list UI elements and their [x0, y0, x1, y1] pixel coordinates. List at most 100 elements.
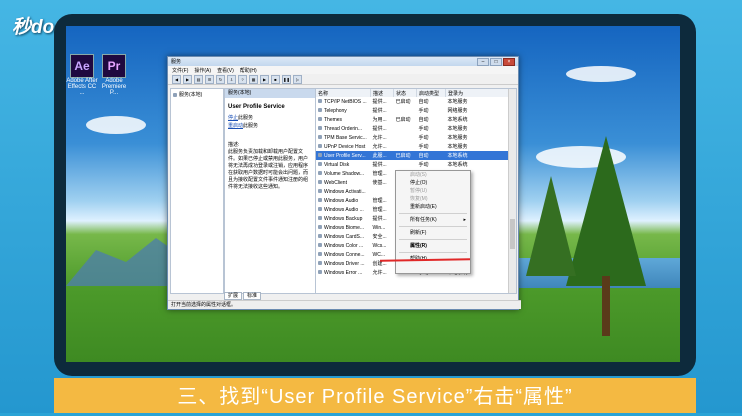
- restart-service-icon[interactable]: ▷: [293, 74, 302, 84]
- col-startup[interactable]: 启动类型: [416, 89, 446, 97]
- help-icon[interactable]: ?: [238, 74, 247, 84]
- cell-name: User Profile Serv...: [316, 151, 371, 160]
- cell-name: Windows Conne...: [316, 250, 371, 259]
- back-icon[interactable]: ◀: [172, 74, 181, 84]
- menu-view[interactable]: 查看(V): [217, 67, 234, 74]
- close-button[interactable]: ×: [503, 57, 515, 66]
- detail-pane: 服务(本地) User Profile Service 停止此服务 重启动此服务…: [224, 88, 316, 294]
- stop-link[interactable]: 停止: [228, 115, 238, 121]
- instruction-caption: 三、找到“User Profile Service”右击“属性”: [54, 378, 696, 413]
- service-gear-icon: [318, 180, 322, 185]
- maximize-button[interactable]: □: [490, 57, 502, 66]
- list-icon[interactable]: ☰: [205, 74, 214, 84]
- service-gear-icon: [318, 171, 322, 176]
- service-gear-icon: [318, 153, 322, 158]
- cell-desc: WC...: [372, 251, 386, 258]
- forward-icon[interactable]: ▶: [183, 74, 192, 84]
- start-service-icon[interactable]: ▶: [260, 74, 269, 84]
- table-row[interactable]: User Profile Serv... 此服... 已启动 自动 本地系统: [316, 151, 516, 160]
- cell-startup: 手动: [418, 126, 429, 132]
- minimize-button[interactable]: –: [477, 57, 489, 66]
- export-icon[interactable]: ⇩: [227, 74, 236, 84]
- cell-status: 已启动: [395, 99, 411, 105]
- premiere-desktop-icon[interactable]: Pr Adobe Premiere P...: [98, 54, 130, 96]
- service-gear-icon: [318, 243, 322, 248]
- cell-logon: 本地系统: [447, 162, 468, 168]
- menu-action[interactable]: 操作(A): [194, 67, 211, 74]
- menu-item-all-tasks[interactable]: 所有任务(K) ▸: [396, 216, 470, 224]
- cell-desc: 此服...: [370, 151, 394, 160]
- cell-desc: 提供...: [372, 108, 387, 114]
- service-gear-icon: [318, 144, 322, 149]
- desktop-icon-label: Adobe After Effects CC ...: [66, 78, 98, 96]
- tab-standard[interactable]: 标准: [243, 292, 262, 300]
- restart-link[interactable]: 重启动: [228, 123, 243, 129]
- pause-service-icon[interactable]: ❚❚: [282, 74, 291, 84]
- menu-item-refresh[interactable]: 刷新(F): [396, 229, 470, 237]
- menu-item-start[interactable]: 启动(S): [396, 171, 470, 179]
- col-status[interactable]: 状态: [393, 89, 417, 97]
- menu-file[interactable]: 文件(F): [172, 67, 188, 74]
- tree: [526, 176, 576, 276]
- menu-help[interactable]: 帮助(H): [240, 67, 257, 74]
- refresh-icon[interactable]: ↻: [216, 74, 225, 84]
- cell-status: [394, 142, 417, 151]
- cell-logon: 本地系统: [445, 151, 516, 160]
- menu-item-resume[interactable]: 恢复(M): [396, 195, 470, 203]
- menu-item-properties[interactable]: 属性(R): [396, 242, 470, 250]
- cell-desc: 为用...: [372, 117, 387, 123]
- table-row[interactable]: Telephony 提供... 手动 网络服务: [316, 106, 516, 115]
- cell-desc: [371, 187, 394, 196]
- service-gear-icon: [318, 117, 322, 122]
- table-row[interactable]: Thread Orderin... 提供... 手动 本地服务: [316, 124, 516, 133]
- tree-item-services-local[interactable]: 服务(本地): [171, 89, 223, 100]
- cell-desc: 提供...: [372, 126, 387, 132]
- cell-name-text: Windows Audio: [324, 197, 359, 204]
- col-logon[interactable]: 登录为: [445, 89, 516, 97]
- cell-logon: 本地服务: [447, 99, 468, 105]
- gear-icon: [173, 92, 177, 97]
- col-name[interactable]: 名称: [316, 89, 371, 97]
- table-row[interactable]: TCP/IP NetBIOS ... 提供... 已启动 自动 本地服务: [316, 97, 516, 106]
- cell-name: UPnP Device Host: [316, 142, 371, 151]
- cell-name-text: Windows Error ...: [324, 269, 363, 276]
- title-bar: 服务 – □ ×: [168, 57, 518, 66]
- stop-service-icon[interactable]: ■: [271, 74, 280, 84]
- cell-name: Volume Shadow...: [316, 169, 371, 178]
- vertical-scrollbar[interactable]: [508, 89, 516, 293]
- cell-name: Windows Color ...: [316, 241, 371, 250]
- cloud: [86, 116, 146, 134]
- properties-icon[interactable]: ▦: [249, 74, 258, 84]
- table-row[interactable]: Themes 为用... 已启动 自动 本地系统: [316, 115, 516, 124]
- cell-name: Windows Backup: [316, 214, 371, 223]
- tab-extended[interactable]: 扩展: [224, 292, 243, 300]
- cell-name-text: Virtual Disk: [324, 161, 350, 168]
- after-effects-desktop-icon[interactable]: Ae Adobe After Effects CC ...: [66, 54, 98, 96]
- cell-status: [394, 133, 417, 142]
- cell-desc: 提供...: [372, 162, 387, 168]
- table-header: 名称 描述 状态 启动类型 登录为: [316, 89, 516, 97]
- toolbar: ◀ ▶ ▤ ☰ ↻ ⇩ ? ▦ ▶ ■ ❚❚ ▷: [168, 74, 518, 85]
- cell-status: 已启动: [395, 117, 411, 123]
- cell-name-text: Thread Orderin...: [324, 125, 363, 132]
- service-gear-icon: [318, 99, 322, 104]
- service-gear-icon: [318, 162, 322, 167]
- menu-item-stop[interactable]: 停止(O): [396, 179, 470, 187]
- service-gear-icon: [318, 126, 322, 131]
- menu-item-pause[interactable]: 暂停(U): [396, 187, 470, 195]
- show-tree-icon[interactable]: ▤: [194, 74, 203, 84]
- cell-desc: 允许...: [372, 270, 387, 276]
- cell-name: Windows Driver ...: [316, 259, 371, 268]
- service-description: 此服务负责加载和卸载用户配置文件。如果已停止或禁用此服务，用户将无法再成功登录或…: [228, 149, 309, 190]
- description-title: 描述:: [228, 142, 240, 148]
- cell-logon: 本地服务: [447, 135, 468, 141]
- scroll-thumb[interactable]: [510, 219, 515, 249]
- cell-name-text: UPnP Device Host: [324, 143, 366, 150]
- table-row[interactable]: UPnP Device Host 允许... 手动 本地服务: [316, 142, 516, 151]
- menu-item-restart[interactable]: 重新启动(E): [396, 203, 470, 211]
- table-row[interactable]: Virtual Disk 提供... 手动 本地系统: [316, 160, 516, 169]
- table-row[interactable]: TPM Base Servic... 允许... 手动 本地服务: [316, 133, 516, 142]
- col-desc[interactable]: 描述: [370, 89, 394, 97]
- menu-item-label: 所有任务(K): [410, 217, 437, 223]
- cell-name-text: Telephony: [324, 107, 347, 114]
